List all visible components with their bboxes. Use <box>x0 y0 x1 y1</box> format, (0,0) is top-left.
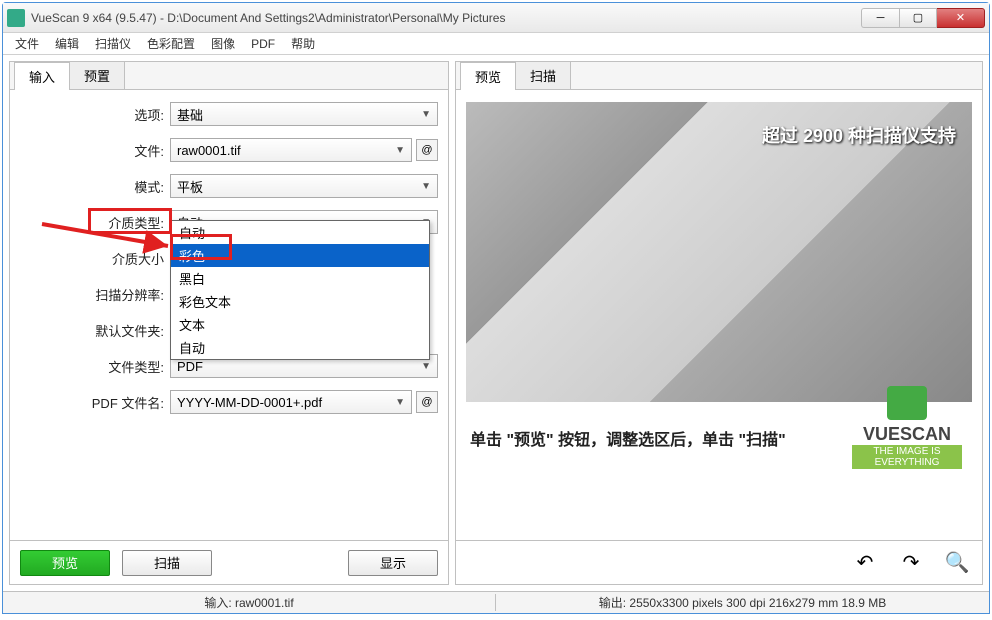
menubar: 文件 编辑 扫描仪 色彩配置 图像 PDF 帮助 <box>3 33 989 55</box>
tab-preset[interactable]: 预置 <box>69 61 125 89</box>
statusbar: 输入: raw0001.tif 输出: 2550x3300 pixels 300… <box>3 591 989 613</box>
zoom-icon[interactable]: 🔍 <box>942 550 972 576</box>
chevron-down-icon: ▼ <box>421 181 431 192</box>
preview-overlay-text: 超过 2900 种扫描仪支持 <box>762 122 956 148</box>
menu-file[interactable]: 文件 <box>9 33 45 54</box>
options-label: 选项: <box>20 105 170 124</box>
dropdown-item[interactable]: 自动 <box>171 336 429 359</box>
file-select[interactable]: ▼ <box>170 138 412 162</box>
menu-help[interactable]: 帮助 <box>285 33 321 54</box>
pdf-name-select[interactable]: ▼ <box>170 390 412 414</box>
tab-scan[interactable]: 扫描 <box>515 61 571 89</box>
chevron-down-icon: ▼ <box>421 109 431 120</box>
file-at-button[interactable]: @ <box>416 139 438 161</box>
mode-select[interactable]: 平板 ▼ <box>170 174 438 198</box>
status-output: 输出: 2550x3300 pixels 300 dpi 216x279 mm … <box>496 594 989 611</box>
menu-image[interactable]: 图像 <box>205 33 241 54</box>
mode-value: 平板 <box>177 177 203 196</box>
window-title: VueScan 9 x64 (9.5.47) - D:\Document And… <box>31 11 861 25</box>
dropdown-item[interactable]: 黑白 <box>171 267 429 290</box>
options-value: 基础 <box>177 105 203 124</box>
mode-label: 模式: <box>20 177 170 196</box>
tab-input[interactable]: 输入 <box>14 62 70 90</box>
file-label: 文件: <box>20 141 170 160</box>
close-button[interactable]: ✕ <box>937 8 985 28</box>
preview-button[interactable]: 预览 <box>20 550 110 576</box>
dropdown-item[interactable]: 文本 <box>171 313 429 336</box>
file-input[interactable] <box>177 143 395 158</box>
left-panel: 输入 预置 选项: 基础 ▼ 文件: ▼ @ <box>9 61 449 585</box>
file-type-value: PDF <box>177 359 203 374</box>
menu-pdf[interactable]: PDF <box>245 35 281 53</box>
scan-button[interactable]: 扫描 <box>122 550 212 576</box>
vuescan-logo: VUESCAN THE IMAGE IS EVERYTHING <box>852 386 962 470</box>
menu-edit[interactable]: 编辑 <box>49 33 85 54</box>
resolution-label: 扫描分辨率: <box>20 285 170 304</box>
tab-preview[interactable]: 预览 <box>460 62 516 90</box>
app-icon <box>7 9 25 27</box>
pdf-at-button[interactable]: @ <box>416 391 438 413</box>
pdf-name-label: PDF 文件名: <box>20 393 170 412</box>
preview-hint: 单击 "预览" 按钮，调整选区后，单击 "扫描" <box>470 426 786 450</box>
annotation-highlight-option <box>170 234 232 260</box>
logo-text: VUESCAN <box>852 424 962 445</box>
file-type-label: 文件类型: <box>20 357 170 376</box>
preview-image: 超过 2900 种扫描仪支持 <box>466 102 972 402</box>
display-button[interactable]: 显示 <box>348 550 438 576</box>
chevron-down-icon: ▼ <box>395 397 405 408</box>
status-input: 输入: raw0001.tif <box>3 594 496 611</box>
logo-tagline: THE IMAGE IS EVERYTHING <box>852 445 962 469</box>
dropdown-item[interactable]: 彩色文本 <box>171 290 429 313</box>
right-panel: 预览 扫描 超过 2900 种扫描仪支持 单击 "预览" 按钮，调整选区后，单击… <box>455 61 983 585</box>
default-folder-label: 默认文件夹: <box>20 321 170 340</box>
logo-icon <box>887 386 927 420</box>
options-select[interactable]: 基础 ▼ <box>170 102 438 126</box>
chevron-down-icon: ▼ <box>421 361 431 372</box>
maximize-button[interactable]: ▢ <box>899 8 937 28</box>
rotate-right-icon[interactable]: ↷ <box>896 550 926 576</box>
minimize-button[interactable]: ─ <box>861 8 899 28</box>
chevron-down-icon: ▼ <box>395 145 405 156</box>
annotation-arrow-icon <box>38 220 178 256</box>
menu-color[interactable]: 色彩配置 <box>141 33 201 54</box>
rotate-left-icon[interactable]: ↶ <box>850 550 880 576</box>
titlebar: VueScan 9 x64 (9.5.47) - D:\Document And… <box>3 3 989 33</box>
menu-scanner[interactable]: 扫描仪 <box>89 33 137 54</box>
pdf-name-input[interactable] <box>177 395 395 410</box>
